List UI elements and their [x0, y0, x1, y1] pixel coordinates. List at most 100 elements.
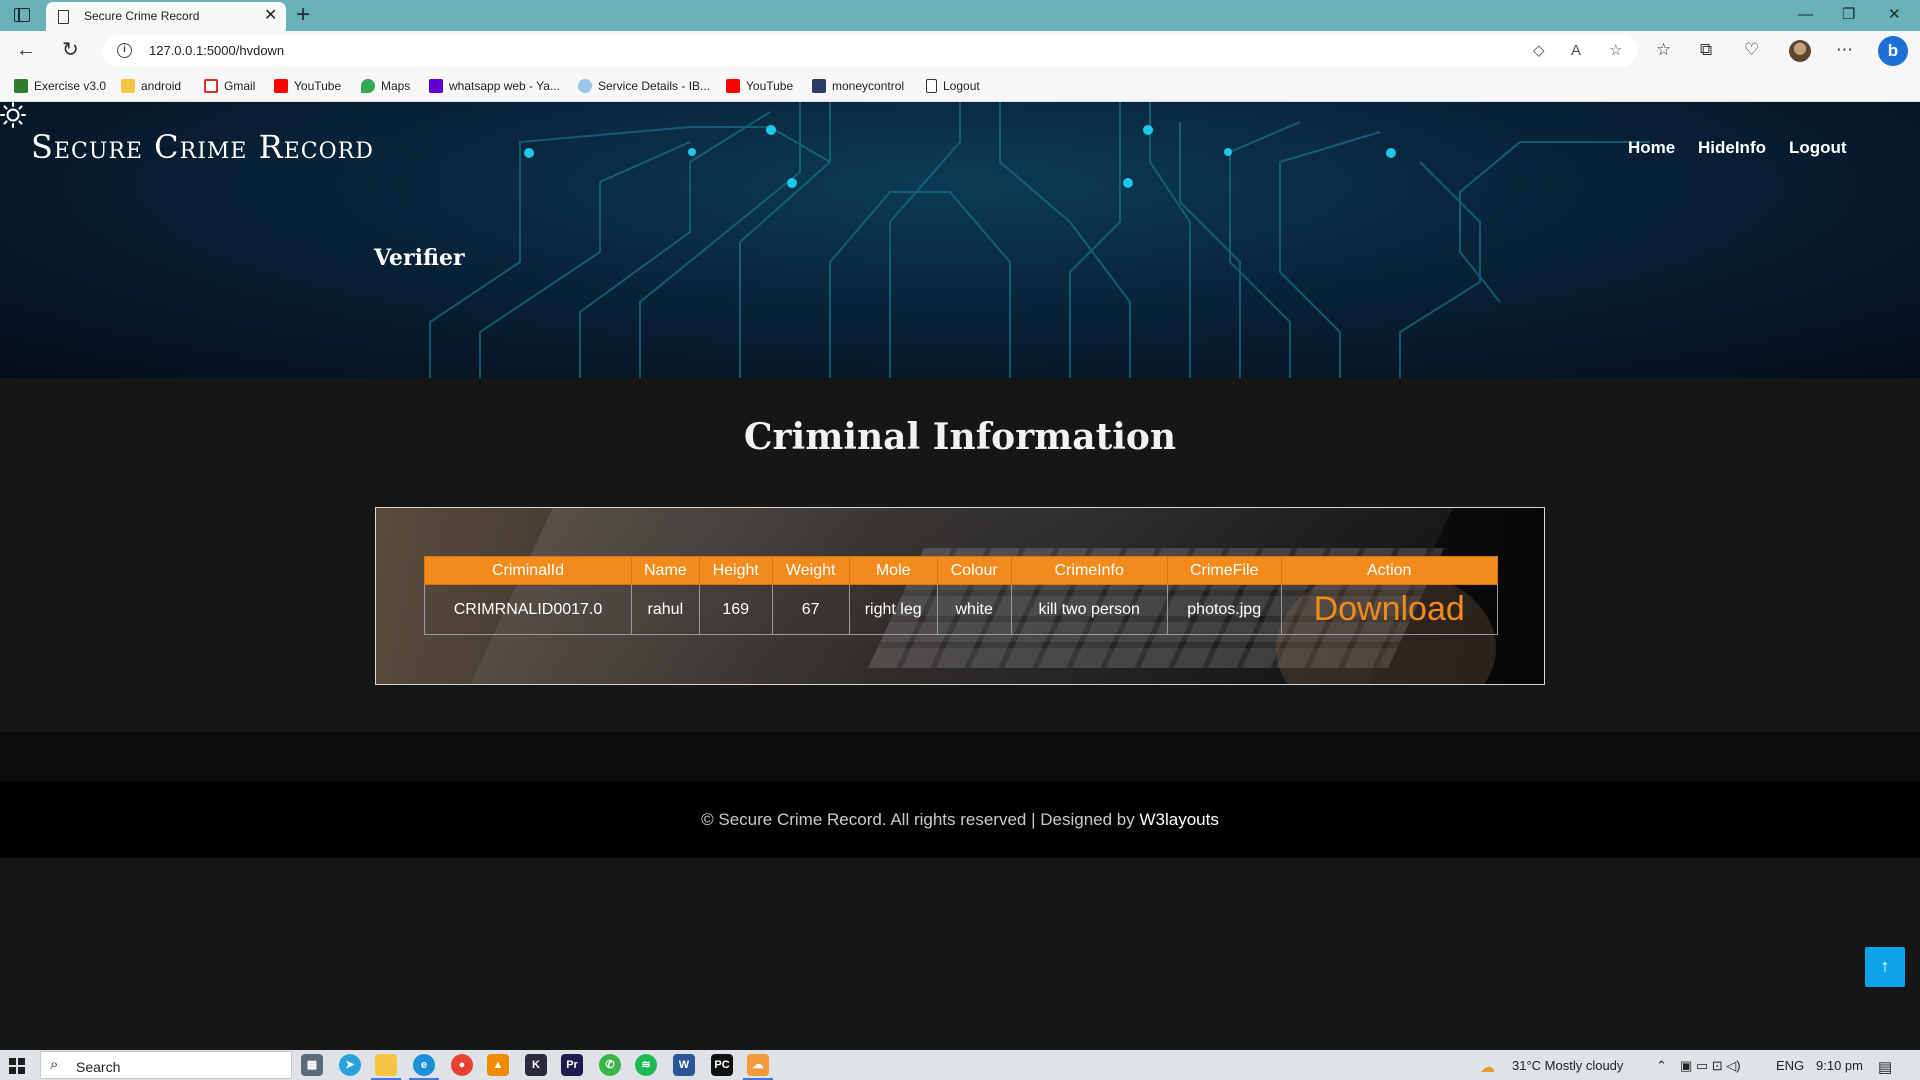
table-header-row: CriminalId Name Height Weight Mole Colou… [424, 556, 1498, 585]
site-brand[interactable]: Secure Crime Record [31, 128, 374, 166]
profile-avatar[interactable] [1789, 40, 1811, 62]
col-crime-file: CrimeFile [1166, 556, 1282, 585]
folder-icon [121, 79, 135, 93]
new-tab-button[interactable]: + [296, 2, 310, 28]
taskbar-search-placeholder: Search [76, 1059, 121, 1075]
bookmark-exercise[interactable]: Exercise v3.0 [14, 78, 106, 96]
col-mole: Mole [848, 556, 938, 585]
nav-home[interactable]: Home [1628, 138, 1675, 158]
tray-icons[interactable]: ▣ ▭ ⊡ ◁) [1680, 1058, 1741, 1074]
bookmark-maps[interactable]: Maps [361, 78, 410, 96]
weather-icon[interactable]: ☁ [1480, 1058, 1495, 1076]
clock[interactable]: 9:10 pm [1816, 1058, 1863, 1073]
footer-spacer [0, 732, 1920, 781]
yahoo-icon [429, 79, 443, 93]
download-link[interactable]: Download [1314, 590, 1465, 628]
bookmark-logout[interactable]: Logout [926, 78, 980, 96]
language-indicator[interactable]: ENG [1776, 1058, 1804, 1073]
col-name: Name [631, 556, 700, 585]
task-view-icon[interactable]: ▦ [301, 1054, 323, 1076]
browser-essentials-icon[interactable]: ♡ [1744, 39, 1759, 61]
sun-icon[interactable] [0, 102, 26, 128]
close-tab-icon[interactable]: ✕ [264, 7, 277, 25]
bing-copilot-icon[interactable]: b [1878, 36, 1908, 66]
bookmark-service-details[interactable]: Service Details - IB... [578, 78, 710, 96]
restore-icon[interactable]: ❐ [1842, 6, 1855, 24]
pycharm-icon[interactable]: PC [711, 1054, 733, 1076]
col-criminal-id: CriminalId [424, 556, 632, 585]
bookmark-label: Exercise v3.0 [34, 79, 107, 93]
cloud-app-icon[interactable]: ☁ [743, 1054, 773, 1080]
address-bar[interactable]: i 127.0.0.1:5000/hvdown ◇ A ☆ [103, 35, 1637, 67]
edge-icon[interactable]: e [409, 1054, 439, 1080]
bookmark-label: whatsapp web - Ya... [449, 79, 560, 93]
more-options-icon[interactable]: ⋯ [1836, 39, 1853, 61]
cell-action: Download [1280, 584, 1498, 635]
read-aloud-icon[interactable]: A [1571, 41, 1581, 61]
refresh-icon[interactable]: ↻ [62, 39, 79, 61]
taskbar-search-box[interactable]: ⌕ Search [40, 1051, 292, 1079]
cell-crime-file: photos.jpg [1166, 584, 1282, 635]
moneycontrol-icon [812, 79, 826, 93]
bookmark-label: YouTube [294, 79, 342, 93]
back-icon[interactable]: ← [16, 39, 36, 61]
maps-pin-icon [361, 79, 375, 93]
bookmark-whatsapp[interactable]: whatsapp web - Ya... [429, 78, 560, 96]
footer-link-w3layouts[interactable]: W3layouts [1139, 810, 1218, 829]
vlc-icon[interactable]: ▲ [487, 1054, 509, 1076]
tab-actions-icon[interactable] [14, 8, 30, 22]
cell-crime-info: kill two person [1010, 584, 1168, 635]
kotlin-icon[interactable]: K [525, 1054, 547, 1076]
premiere-icon[interactable]: Pr [561, 1054, 583, 1076]
telegram-icon[interactable]: ➤ [339, 1054, 361, 1076]
cell-mole: right leg [848, 584, 938, 635]
add-favorite-icon[interactable]: ☆ [1609, 41, 1622, 61]
tray-overflow-icon[interactable]: ⌃ [1656, 1058, 1667, 1074]
file-explorer-icon[interactable] [371, 1054, 401, 1080]
nav-logout[interactable]: Logout [1789, 138, 1847, 158]
nav-hideinfo[interactable]: HideInfo [1698, 138, 1766, 158]
bookmark-label: Logout [943, 79, 980, 93]
windows-taskbar: ⌕ Search ▦ ➤ e ● ▲ K Pr ✆ ≋ W PC ☁ ☁ 31°… [0, 1050, 1920, 1080]
site-info-icon[interactable]: i [117, 43, 132, 58]
footer: © Secure Crime Record. All rights reserv… [0, 781, 1920, 858]
scroll-to-top-button[interactable]: ↑ [1865, 947, 1905, 987]
youtube-icon [274, 79, 288, 93]
youtube-icon [726, 79, 740, 93]
col-action: Action [1280, 556, 1498, 585]
collections-icon[interactable]: ⧉ [1700, 39, 1712, 61]
bookmark-moneycontrol[interactable]: moneycontrol [812, 78, 904, 96]
browser-tab[interactable]: Secure Crime Record ✕ [46, 2, 286, 31]
col-weight: Weight [771, 556, 850, 585]
word-icon[interactable]: W [673, 1054, 695, 1076]
bookmark-youtube-2[interactable]: YouTube [726, 78, 793, 96]
weather-text[interactable]: 31°C Mostly cloudy [1512, 1058, 1623, 1073]
cell-colour: white [936, 584, 1012, 635]
address-url[interactable]: 127.0.0.1:5000/hvdown [149, 43, 284, 58]
bookmark-label: Maps [381, 79, 411, 93]
browser-tab-strip: Secure Crime Record ✕ + — ❐ ✕ [0, 0, 1920, 31]
minimize-icon[interactable]: — [1798, 6, 1813, 24]
col-height: Height [698, 556, 773, 585]
whatsapp-icon[interactable]: ✆ [599, 1054, 621, 1076]
favorites-icon[interactable]: ☆ [1656, 39, 1671, 61]
bookmark-label: moneycontrol [832, 79, 905, 93]
windows-start-icon[interactable] [9, 1058, 25, 1074]
page-icon [926, 79, 937, 93]
page-icon [58, 10, 69, 24]
footer-text: © Secure Crime Record. All rights reserv… [701, 810, 1135, 829]
spotify-icon[interactable]: ≋ [635, 1054, 657, 1076]
tag-icon[interactable]: ◇ [1533, 41, 1545, 61]
notifications-icon[interactable]: ▤ [1878, 1058, 1892, 1076]
bookmark-label: YouTube [746, 79, 794, 93]
gmail-icon [204, 79, 218, 93]
hero-banner: Secure Crime Record Home HideInfo Logout… [0, 102, 1920, 378]
chrome-icon[interactable]: ● [451, 1054, 473, 1076]
hero-heading: Verifier [374, 245, 465, 271]
bookmark-youtube[interactable]: YouTube [274, 78, 341, 96]
close-window-icon[interactable]: ✕ [1888, 6, 1901, 24]
bookmark-gmail[interactable]: Gmail [204, 78, 255, 96]
bookmark-android[interactable]: android [121, 78, 181, 96]
search-icon: ⌕ [50, 1056, 59, 1073]
tab-title: Secure Crime Record [84, 9, 200, 23]
